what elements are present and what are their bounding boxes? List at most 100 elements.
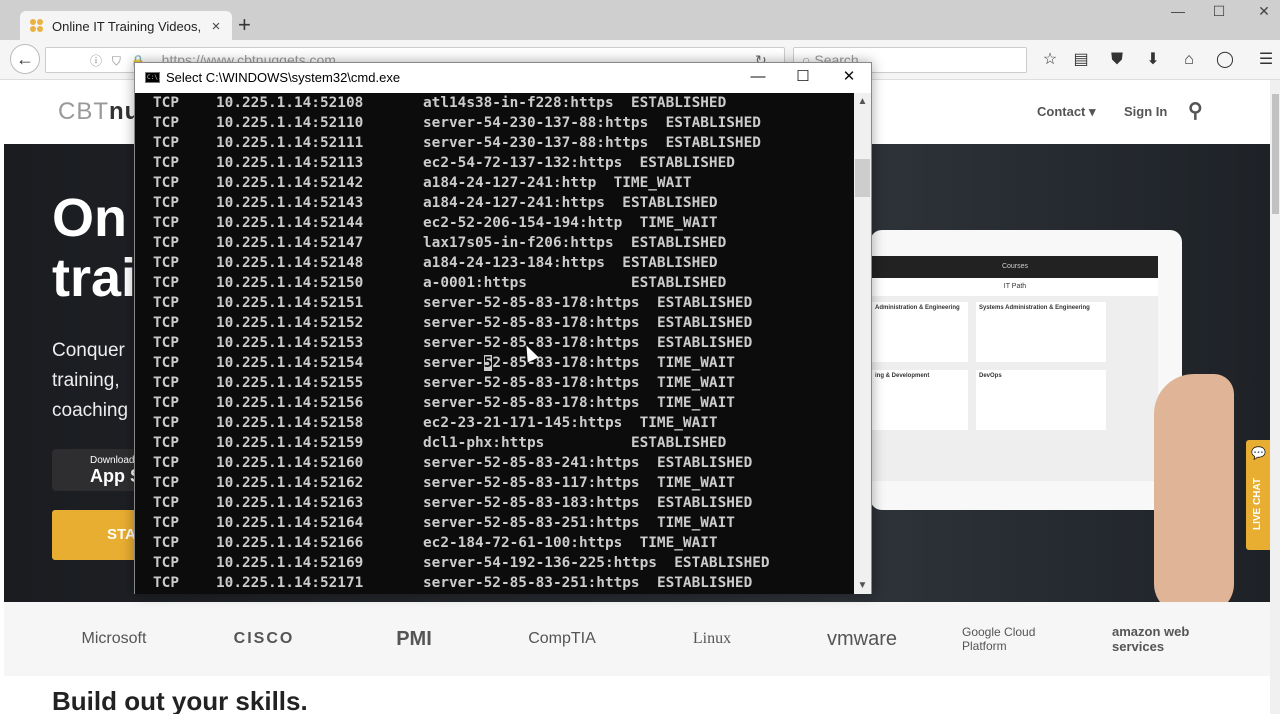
connection-state: ESTABLISHED [630,95,727,111]
chat-icon[interactable]: ◯ [1213,48,1237,72]
protocol: TCP [153,435,179,451]
protocol: TCP [153,95,179,111]
cbt-favicon-icon [30,19,44,33]
local-address: 10.225.1.14:52147 [216,235,364,251]
local-address: 10.225.1.14:52164 [216,515,364,531]
section-heading: Build out your skills. [52,686,308,714]
cmd-minimize-button[interactable]: — [735,63,781,93]
cmd-scrollbar[interactable]: ▲ ▼ [854,93,871,594]
protocol: TCP [153,295,179,311]
foreign-address: server-54-192-136-225:https [423,555,657,571]
tablet-path: IT Path [872,278,1158,296]
foreign-address: ec2-52-206-154-194:http [423,215,623,231]
cmd-close-button[interactable]: ✕ [826,63,872,93]
partner-aws: amazon web services [1112,624,1190,654]
scroll-down-icon[interactable]: ▼ [854,577,871,594]
home-icon[interactable]: ⌂ [1177,48,1201,72]
protocol: TCP [153,135,179,151]
connection-state: ESTABLISHED [656,315,753,331]
page-scrollbar-thumb[interactable] [1272,94,1279,214]
bookmark-star-icon[interactable]: ☆ [1038,48,1062,72]
nav-contact[interactable]: Contact ▾ [1037,104,1096,120]
protocol: TCP [153,315,179,331]
local-address: 10.225.1.14:52169 [216,555,364,571]
foreign-address: a184-24-127-241:http [423,175,597,191]
tablet-image: Courses IT Path Administration & Enginee… [870,230,1182,510]
browser-maximize-button[interactable]: ☐ [1199,0,1239,22]
netstat-row: TCP 10.225.1.14:52156 server-52-85-83-178:… [135,393,854,413]
download-icon[interactable]: ⬇ [1141,48,1165,72]
local-address: 10.225.1.14:52113 [216,155,364,171]
browser-tab[interactable]: Online IT Training Videos, ... × [20,11,232,41]
netstat-row: TCP 10.225.1.14:52144 ec2-52-206-154-194:h… [135,213,854,233]
menu-icon[interactable]: ☰ [1254,48,1278,72]
local-address: 10.225.1.14:52151 [216,295,364,311]
new-tab-button[interactable]: + [238,12,251,38]
foreign-address: a-0001:https [423,275,527,291]
pocket-icon[interactable]: ⛊ [1105,48,1129,72]
partner-pmi: PMI [396,627,432,650]
site-search-icon[interactable]: ⚲ [1188,98,1203,123]
protocol: TCP [153,175,179,191]
tablet-card: DevOps [976,370,1106,430]
connection-state: ESTABLISHED [622,255,718,271]
netstat-row: TCP 10.225.1.14:52153 server-52-85-83-178:… [135,333,854,353]
cmd-title-bar[interactable]: C:\. Select C:\WINDOWS\system32\cmd.exe … [135,63,871,93]
cmd-maximize-button[interactable]: ☐ [780,63,826,93]
local-address: 10.225.1.14:52110 [216,115,364,131]
netstat-row: TCP 10.225.1.14:52152 server-52-85-83-178:… [135,313,854,333]
tablet-title: Courses [872,256,1158,278]
local-address: 10.225.1.14:52156 [216,395,364,411]
connection-state: ESTABLISHED [656,455,753,471]
netstat-row: TCP 10.225.1.14:52162 server-52-85-83-117:… [135,473,854,493]
foreign-address: server-52-85-83-183:https [423,495,640,511]
console-output[interactable]: TCP 10.225.1.14:52108 atl14s38-in-f228:htt… [135,93,854,594]
foreign-address: server-52-85-83-251:https [423,575,640,591]
cmd-icon: C:\. [145,72,162,83]
shield-icon[interactable]: ⛉ [112,54,121,68]
desktop: Online IT Training Videos, ... × + — ☐ ✕… [0,0,1280,720]
cmd-scrollbar-thumb[interactable] [855,159,870,197]
foreign-address: ec2-54-72-137-132:https [423,155,623,171]
cmd-title: Select C:\WINDOWS\system32\cmd.exe [166,70,401,85]
local-address: 10.225.1.14:52166 [216,535,364,551]
partner-vmware: vmware [826,627,897,650]
back-button[interactable]: ← [10,44,40,74]
protocol: TCP [153,355,179,371]
page-scrollbar[interactable] [1270,80,1280,714]
connection-state: ESTABLISHED [656,575,753,591]
netstat-row: TCP 10.225.1.14:52163 server-52-85-83-183:… [135,493,854,513]
netstat-row: TCP 10.225.1.14:52154 server-52-85-83-178:… [135,353,854,373]
foreign-address: server-52-85-83-178:https [423,375,640,391]
live-chat-button[interactable]: 💬 LIVE CHAT [1246,440,1270,550]
local-address: 10.225.1.14:52154 [216,355,364,371]
connection-state: ESTABLISHED [656,335,753,351]
protocol: TCP [153,215,179,231]
protocol: TCP [153,255,179,271]
partner-logos: Microsoft CISCO PMI CompTIA Linux vmware… [4,602,1270,676]
browser-close-button[interactable]: ✕ [1244,0,1280,22]
local-address: 10.225.1.14:52111 [216,135,364,151]
nav-sign-in[interactable]: Sign In [1124,104,1167,119]
connection-state: TIME_WAIT [639,215,718,231]
scroll-up-icon[interactable]: ▲ [854,93,871,110]
foreign-address: a184-24-123-184:https [423,255,605,271]
local-address: 10.225.1.14:52143 [216,195,364,211]
netstat-row: TCP 10.225.1.14:52159 dcl1-phx:https ESTAB… [135,433,854,453]
netstat-row: TCP 10.225.1.14:52142 a184-24-127-241:http… [135,173,854,193]
reading-list-icon[interactable]: ▤ [1069,48,1093,72]
browser-minimize-button[interactable]: — [1158,0,1198,22]
protocol: TCP [153,455,179,471]
cmd-window: C:\. Select C:\WINDOWS\system32\cmd.exe … [134,62,872,594]
foreign-address: server-52-85-83-117:https [423,475,640,491]
tab-close-icon[interactable]: × [206,18,226,35]
protocol: TCP [153,395,179,411]
foreign-address: server-54-230-137-88:https [423,135,649,151]
cbt-nuggets-logo[interactable]: CBTnu [58,98,140,126]
netstat-row: TCP 10.225.1.14:52111 server-54-230-137-88… [135,133,854,153]
connection-state: ESTABLISHED [630,275,727,291]
connection-state: ESTABLISHED [630,235,727,251]
info-icon[interactable]: ⓘ [90,54,102,68]
tab-title: Online IT Training Videos, ... [52,18,206,34]
foreign-address: server-52-85-83-241:https [423,455,640,471]
